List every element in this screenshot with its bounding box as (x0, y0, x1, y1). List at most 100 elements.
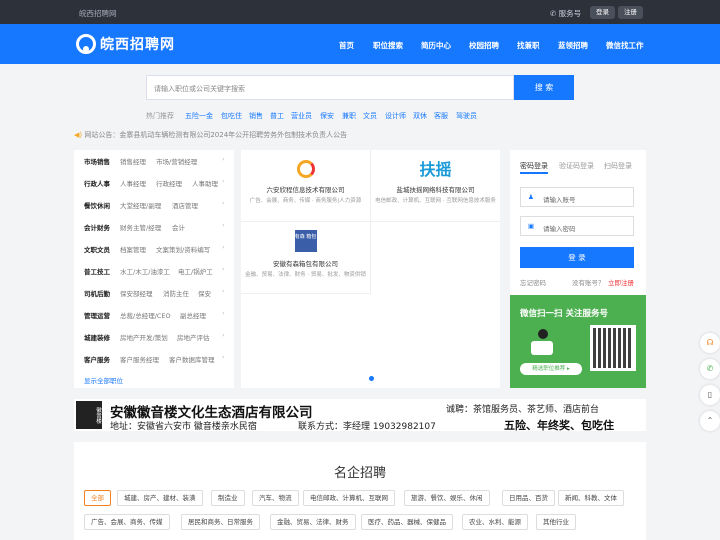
banner-recruit: 诚聘：茶馆服务员、茶艺师、酒店前台 (446, 405, 600, 415)
nav-bluecollar[interactable]: 蓝领招聘 (558, 40, 588, 51)
nav-resume[interactable]: 简历中心 (421, 40, 451, 51)
register-link[interactable]: 立即注册 (608, 277, 634, 287)
speaker-icon: ◀) (74, 131, 85, 139)
industry-tag[interactable]: 金融、贸易、法律、财务 (270, 514, 356, 530)
login-button[interactable]: 登录 (590, 6, 615, 19)
nav-wechat-jobs[interactable]: 微信找工作 (606, 40, 644, 51)
account-input[interactable]: ♟ 请输入账号 (520, 187, 634, 207)
carousel-dot[interactable] (369, 376, 374, 381)
tab-active-underline (520, 172, 548, 174)
no-account-text: 没有账号？ (572, 279, 605, 287)
user-icon: ♟ (528, 193, 534, 201)
industry-tag[interactable]: 居民和商务、日常服务 (181, 514, 260, 530)
industry-tag[interactable]: 日用品、百货 (502, 490, 555, 506)
industry-tag[interactable]: 其他行业 (536, 514, 576, 530)
category-row[interactable]: 餐饮休闲 大堂经理/副理 酒店管理 › (74, 194, 234, 216)
headset-icon[interactable]: ☊ (700, 333, 720, 353)
industry-tag[interactable]: 医疗、药品、器械、保健品 (361, 514, 453, 530)
site-name: 皖西招聘网 (79, 9, 117, 18)
hot-word[interactable]: 设计师 (385, 111, 406, 121)
chevron-right-icon: › (222, 221, 225, 229)
nav-job-search[interactable]: 职位搜索 (373, 40, 403, 51)
category-row[interactable]: 市场销售 销售经理 市场/营销经理 › (74, 150, 234, 172)
category-row[interactable]: 管理运营 总裁/总经理/CEO 副总经理 › (74, 304, 234, 326)
tab-password-login[interactable]: 密码登录 (520, 161, 548, 171)
tab-qr-login[interactable]: 扫码登录 (604, 161, 632, 171)
company-card[interactable]: 六安欣程信息技术有限公司 广告、会展、商务、传媒 · 商务服务|人力资源 (241, 150, 371, 222)
industry-tag[interactable]: 旅游、餐饮、娱乐、休闲 (404, 490, 490, 506)
hot-word[interactable]: 驾驶员 (456, 111, 477, 121)
industry-tag[interactable]: 制造业 (211, 490, 245, 506)
hot-word[interactable]: 销售 (249, 111, 263, 121)
hot-word[interactable]: 营业员 (291, 111, 312, 121)
seal-logo: 徽音楼 (76, 401, 102, 429)
category-row[interactable]: 行政人事 人事经理 行政经理 人事助理 › (74, 172, 234, 194)
industry-tag[interactable]: 电信邮政、计算机、互联网 (303, 490, 395, 506)
qr-code (590, 325, 636, 371)
site-notice[interactable]: ◀) 网站公告：金寨县机动车辆检测有限公司2024年公开招聘劳务外包制技术负责人… (74, 130, 347, 140)
hot-word[interactable]: 双休 (413, 111, 427, 121)
category-row[interactable]: 城建装修 房地产开发/策划 房地产评估 › (74, 326, 234, 348)
industry-tag[interactable]: 城建、房产、建材、装潢 (117, 490, 203, 506)
industry-tag[interactable]: 全部 (84, 490, 111, 506)
wechat-promo-title: 微信扫一扫 关注服务号 (520, 309, 608, 319)
chevron-right-icon: › (222, 243, 225, 251)
wechat-side-icon[interactable]: ✆ (700, 359, 720, 379)
chevron-right-icon: › (222, 353, 225, 361)
forgot-password-link[interactable]: 忘记密码 (520, 277, 546, 287)
category-row[interactable]: 普工技工 水工/木工/油漆工 电工/锅炉工 › (74, 260, 234, 282)
company-card[interactable]: 扶摇 盐城扶摇网络科技有限公司 电信邮政、计算机、互联网 · 互联网信息技术服务 (371, 150, 500, 222)
search-input[interactable]: 请输入职位或公司关键字搜索 (146, 75, 514, 100)
nav-home[interactable]: 首页 (339, 40, 354, 51)
nav-campus[interactable]: 校园招聘 (469, 40, 499, 51)
category-row[interactable]: 司机后勤 保安部经理 消防主任 保安 › (74, 282, 234, 304)
chevron-right-icon: › (222, 331, 225, 339)
banner-company: 安徽徽音楼文化生态酒店有限公司 (110, 405, 313, 421)
tab-code-login[interactable]: 验证码登录 (559, 161, 594, 171)
chevron-right-icon: › (222, 177, 225, 185)
person-illustration-icon (526, 329, 560, 359)
chevron-right-icon: › (222, 199, 225, 207)
category-panel: 市场销售 销售经理 市场/营销经理 › 行政人事 人事经理 行政经理 人事助理 › 餐饮休闲大… (74, 150, 234, 388)
category-row[interactable]: 文职文员 档案管理 文案策划/资料编写 › (74, 238, 234, 260)
ad-banner[interactable]: 徽音楼 安徽徽音楼文化生态酒店有限公司 地址：安徽省六安市 徽音楼亲水民宿 联系… (74, 399, 646, 431)
hot-word[interactable]: 包吃住 (221, 111, 242, 121)
top-bar: 皖西招聘网 ✆ 服务号 登录 注册 (0, 0, 720, 24)
company-card[interactable]: 有森 箱包 安徽有森箱包有限公司 金融、贸易、法律、财务 · 贸易、批发、物资供… (241, 222, 371, 294)
company-logo (296, 160, 315, 178)
register-button[interactable]: 注册 (618, 6, 643, 19)
industry-tag[interactable]: 农业、水利、能源 (462, 514, 528, 530)
company-showcase: 六安欣程信息技术有限公司 广告、会展、商务、传媒 · 商务服务|人力资源 扶摇 … (241, 150, 500, 388)
hot-word[interactable]: 普工 (270, 111, 284, 121)
login-panel: 密码登录 验证码登录 扫码登录 ♟ 请输入账号 ▣ 请输入密码 登 录 忘记密码 没… (510, 150, 646, 388)
hot-word[interactable]: 文员 (363, 111, 377, 121)
wechat-icon: ✆ (550, 9, 559, 18)
wechat-promo[interactable]: 微信扫一扫 关注服务号 精选职位推荐 ▸ (510, 295, 646, 388)
company-logo: 扶摇 (419, 160, 452, 179)
industry-tag[interactable]: 汽车、物流 (252, 490, 299, 506)
featured-jobs-button[interactable]: 精选职位推荐 ▸ (520, 363, 582, 375)
industry-tag[interactable]: 广告、会展、商务、传媒 (84, 514, 170, 530)
all-jobs-link[interactable]: 显示全部职位 (84, 375, 123, 385)
search-button[interactable]: 搜 索 (514, 75, 574, 100)
mobile-icon[interactable]: ▯ (700, 385, 720, 405)
industry-tag[interactable]: 新闻、科教、文体 (558, 490, 624, 506)
nav-parttime[interactable]: 找兼职 (517, 40, 540, 51)
back-to-top-icon[interactable]: ⌃ (700, 411, 720, 431)
login-submit-button[interactable]: 登 录 (520, 247, 634, 268)
hot-word[interactable]: 客服 (434, 111, 448, 121)
company-logo: 有森 箱包 (294, 230, 317, 252)
hot-label: 热门推荐 (146, 112, 174, 120)
password-input[interactable]: ▣ 请输入密码 (520, 216, 634, 236)
hot-word[interactable]: 兼职 (342, 111, 356, 121)
site-logo[interactable]: 皖西招聘网 (76, 34, 175, 54)
famous-companies-section: 名企招聘 全部 城建、房产、建材、装潢 制造业 汽车、物流 电信邮政、计算机、互… (74, 442, 646, 540)
category-row[interactable]: 客户服务 客户服务经理 客户数据库管理 › (74, 348, 234, 370)
banner-contact: 联系方式：李经理 19032982107 (298, 422, 436, 431)
service-account-link[interactable]: ✆ 服务号 (550, 8, 581, 19)
chevron-right-icon: › (222, 155, 225, 163)
hot-word[interactable]: 保安 (320, 111, 334, 121)
category-row[interactable]: 会计财务 财务主管/经理 会计 › (74, 216, 234, 238)
hot-word[interactable]: 五险一金 (185, 111, 213, 121)
logo-icon (76, 34, 96, 54)
